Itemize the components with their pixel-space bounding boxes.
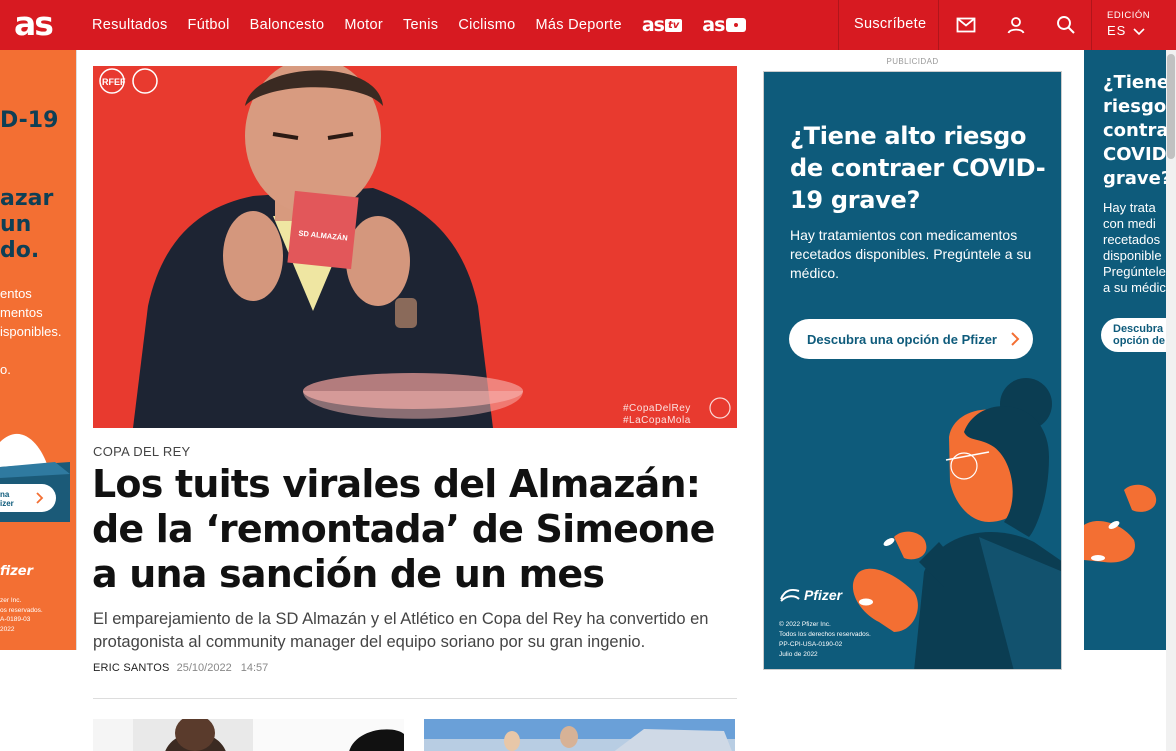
ad-left-body-1: entos	[0, 286, 32, 301]
as-photo-logo-text: as	[702, 14, 725, 36]
hashtag-lacopamola: #LaCopaMola	[623, 415, 691, 426]
article-byline: ERIC SANTOS 25/10/2022 14:57	[93, 662, 268, 674]
subscribe-link[interactable]: Suscríbete	[854, 16, 926, 32]
ad-right-cta[interactable]: Descubra opción de	[1101, 318, 1166, 352]
nav-item-ciclismo[interactable]: Ciclismo	[458, 17, 515, 33]
ad-right-title-line: COVID	[1103, 144, 1166, 165]
chevron-down-icon	[1133, 27, 1145, 35]
tv-badge: tv	[664, 18, 683, 32]
ad-left-cta-line-1: na	[0, 490, 10, 499]
ad-title: ¿Tiene alto riesgo de contraer COVID-19 …	[790, 122, 1046, 214]
thumbnail-photo	[424, 719, 735, 751]
ad-left-legal-line: zer Inc.	[0, 597, 22, 604]
article-headline[interactable]: Los tuits virales del Almazán: de la ‘re…	[92, 462, 737, 597]
article-author[interactable]: ERIC SANTOS	[93, 662, 170, 674]
pfizer-brand-name: Pfizer	[804, 587, 843, 603]
as-tv-link[interactable]: as tv	[641, 14, 683, 36]
pfizer-helix-icon	[780, 589, 800, 602]
ad-right-body-line: Pregúntele	[1103, 264, 1166, 279]
ad-left-cta[interactable]: na izer	[0, 484, 56, 512]
ad-left-body-3: isponibles.	[0, 324, 62, 339]
article-date: 25/10/2022	[176, 662, 232, 674]
ad-body: Hay tratamientos con medicamentos receta…	[790, 227, 1032, 281]
ad-legal-line: PP-CPI-USA-0190-02	[779, 641, 843, 648]
ad-right-body-line: disponible	[1103, 248, 1162, 263]
as-logo[interactable]: as	[14, 7, 54, 41]
edition-value: ES	[1107, 23, 1127, 38]
nav-divider	[938, 0, 939, 50]
ad-left-legal-line: os reservados.	[0, 606, 43, 614]
ad-right-body-line: recetados	[1103, 232, 1161, 247]
nav-item-futbol[interactable]: Fútbol	[188, 17, 230, 33]
ad-left-legal-line: 2022	[0, 625, 15, 633]
scrollbar-thumb[interactable]	[1167, 54, 1175, 159]
hero-photo: SD ALMAZÁN RFEF #CopaDelRey #LaCopaMola	[93, 66, 737, 428]
ad-right-cta-line: opción de	[1113, 335, 1165, 347]
ad-left-title-4: do.	[0, 238, 40, 263]
hero-image[interactable]: SD ALMAZÁN RFEF #CopaDelRey #LaCopaMola	[93, 66, 737, 428]
pfizer-logo: Pfizer	[779, 587, 842, 603]
hashtag-copadelrey: #CopaDelRey	[623, 403, 691, 414]
left-skyscraper-ad[interactable]: D-19 azar un do. entos mentos isponibles…	[0, 50, 77, 650]
mail-icon[interactable]	[954, 13, 978, 37]
nav-item-resultados[interactable]: Resultados	[92, 17, 168, 33]
ad-left-brand: fizer	[0, 564, 34, 579]
nav-item-mas-deporte[interactable]: Más Deporte	[536, 17, 622, 33]
ad-left-legal: zer Inc. os reservados. A-0189-03 2022	[0, 596, 43, 634]
ad-right-title-line: grave?	[1103, 168, 1166, 189]
ad-left-title-2: azar	[0, 186, 54, 211]
ad-legal-line: Todos los derechos reservados.	[779, 631, 871, 638]
ad-left-title-3: un	[0, 212, 32, 237]
ad-right-title: ¿Tiene riesgo contra COVID grave?	[1103, 71, 1166, 191]
ad-left-cta-line-2: izer	[0, 499, 14, 508]
article-thumbnail[interactable]	[424, 719, 735, 751]
search-icon[interactable]	[1054, 13, 1078, 37]
nav-item-motor[interactable]: Motor	[344, 17, 383, 33]
ad-cta-label: Descubra una opción de Pfizer	[807, 331, 997, 347]
hand-with-pill-illustration	[1084, 484, 1157, 563]
ad-right-body-line: a su médico	[1103, 280, 1166, 295]
chevron-right-icon	[36, 492, 44, 504]
right-skyscraper-ad[interactable]: ¿Tiene riesgo contra COVID grave? Hay tr…	[1084, 50, 1166, 650]
as-photo-link[interactable]: as	[702, 14, 747, 36]
nav-item-baloncesto[interactable]: Baloncesto	[250, 17, 325, 33]
ad-right-title-line: contra	[1103, 120, 1166, 141]
ad-label: PUBLICIDAD	[886, 57, 939, 66]
ad-right-body: Hay trata con medi recetados disponible …	[1103, 200, 1166, 296]
nav-divider	[838, 0, 839, 50]
user-icon[interactable]	[1004, 13, 1028, 37]
divider	[93, 698, 737, 699]
ad-left-title-1: D-19	[0, 108, 59, 133]
ad-legal-text: © 2022 Pfizer Inc. Todos los derechos re…	[779, 620, 871, 660]
ad-legal-line: Julio de 2022	[779, 651, 818, 658]
ad-right-title-line: ¿Tiene	[1103, 72, 1166, 93]
article-thumbnail[interactable]	[93, 719, 404, 751]
camera-icon	[726, 18, 747, 32]
article-kicker[interactable]: COPA DEL REY	[93, 444, 191, 459]
article-time: 14:57	[240, 662, 269, 674]
ad-cta-button[interactable]: Descubra una opción de Pfizer	[789, 319, 1033, 359]
ad-left-legal-line: A-0189-03	[0, 616, 31, 623]
rfef-logo-text: RFEF	[102, 77, 126, 87]
edition-selector[interactable]: EDICIÓN ES	[1107, 10, 1150, 38]
ad-left-body-2: mentos	[0, 305, 43, 320]
ad-legal-line: © 2022 Pfizer Inc.	[779, 621, 831, 628]
as-tv-logo-text: as	[641, 14, 665, 36]
ad-right-cta-line: Descubra	[1113, 323, 1164, 335]
chevron-right-icon	[1011, 332, 1020, 346]
thumbnail-photo	[93, 719, 404, 751]
nav-menu: Resultados Fútbol Baloncesto Motor Tenis…	[92, 0, 766, 50]
nav-divider	[1091, 0, 1092, 50]
pfizer-ad[interactable]: ¿Tiene alto riesgo de contraer COVID-19 …	[763, 71, 1062, 670]
top-nav: as Resultados Fútbol Baloncesto Motor Te…	[0, 0, 1176, 50]
ad-right-body-line: con medi	[1103, 216, 1156, 231]
ad-left-body-4: o.	[0, 362, 11, 377]
edition-label: EDICIÓN	[1107, 10, 1151, 21]
article-summary: El emparejamiento de la SD Almazán y el …	[93, 610, 709, 651]
nav-item-tenis[interactable]: Tenis	[403, 17, 438, 33]
ad-right-title-line: riesgo	[1103, 96, 1166, 117]
ad-right-body-line: Hay trata	[1103, 200, 1156, 215]
